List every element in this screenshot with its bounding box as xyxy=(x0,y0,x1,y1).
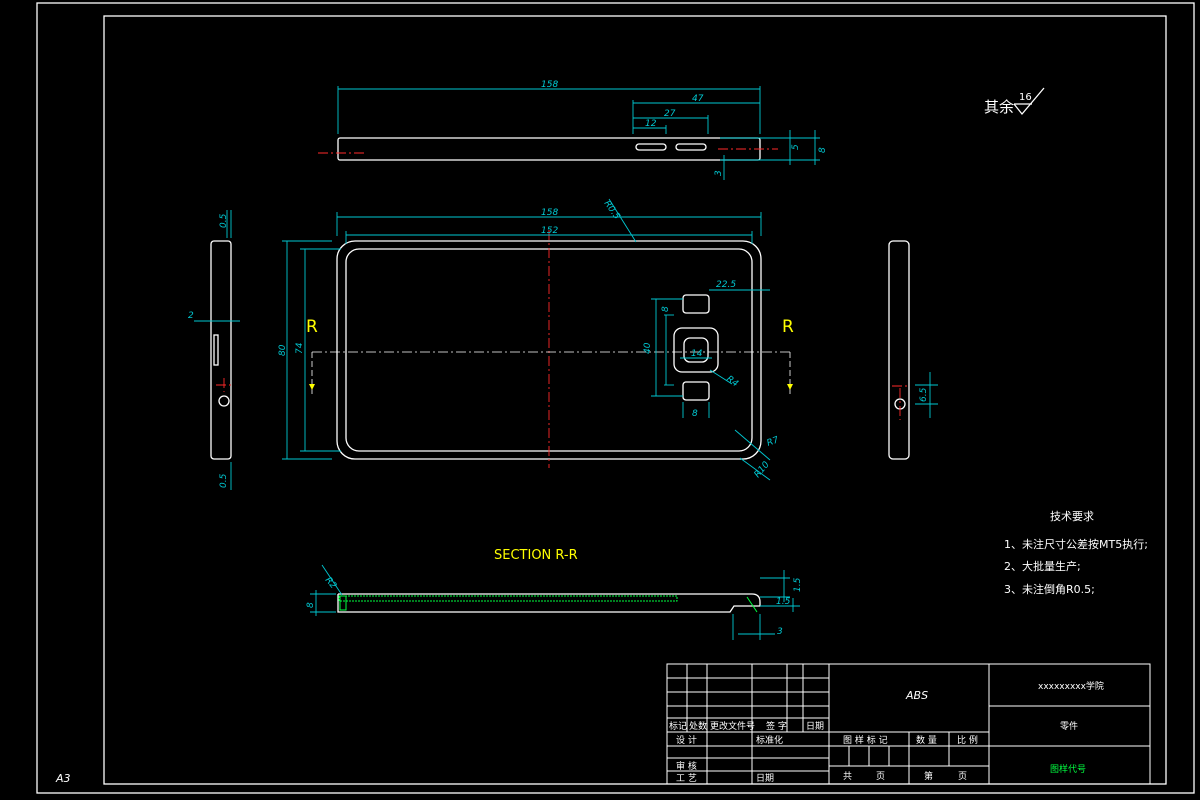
roughness-label: 其余 xyxy=(984,98,1014,116)
tb-sheets: 页 xyxy=(876,771,885,782)
dim-front-158: 158 xyxy=(541,208,558,218)
dim-top-47: 47 xyxy=(692,94,704,104)
dim-front-8a: 8 xyxy=(661,306,671,312)
dim-section-r2: R2 xyxy=(323,576,339,592)
tb-design: 设 计 xyxy=(676,734,697,746)
tech-req-item-1: 1、未注尺寸公差按MT5执行; xyxy=(1004,537,1148,551)
dim-left-2: 2 xyxy=(188,311,194,321)
part-name: 零件 xyxy=(1060,720,1078,732)
dim-right-6-5: 6.5 xyxy=(919,387,929,402)
tech-req-item-2: 2、大批量生产; xyxy=(1004,559,1081,573)
tb-pattern-mark: 图 样 标 记 xyxy=(843,734,888,746)
left-side-view: 0.5 2 0.5 xyxy=(188,210,240,490)
dim-front-80: 80 xyxy=(278,344,288,356)
dim-top-5: 5 xyxy=(791,144,801,150)
dim-top-27: 27 xyxy=(664,109,676,119)
dim-top-8: 8 xyxy=(818,147,828,153)
dim-top-3: 3 xyxy=(714,170,724,176)
tech-req-title: 技术要求 xyxy=(1050,510,1094,523)
tb-change-doc: 更改文件号 xyxy=(710,720,755,732)
roughness-symbol: 其余 16 xyxy=(984,87,1045,116)
inner-frame xyxy=(103,15,1167,785)
dim-front-152: 152 xyxy=(541,226,558,236)
dim-front-r10: R10 xyxy=(753,460,772,480)
dim-front-r4: R4 xyxy=(724,374,740,389)
section-mark-right: R xyxy=(782,317,794,337)
dim-front-r0-5: R0.5 xyxy=(602,199,622,222)
tb-date2: 日期 xyxy=(756,773,774,784)
dim-section-1-5a: 1.5 xyxy=(793,577,803,592)
tb-sheet-no: 第 xyxy=(924,770,933,782)
tech-req-item-3: 3、未注倒角R0.5; xyxy=(1004,582,1095,596)
drawing-code: 图样代号 xyxy=(1050,763,1086,775)
tb-craft: 工 艺 xyxy=(676,773,697,784)
dim-front-22-5: 22.5 xyxy=(716,280,736,290)
tb-total: 共 xyxy=(843,771,852,782)
tb-review: 审 核 xyxy=(676,760,697,772)
section-view: SECTION R-R R2 8 1.5 1.5 3 xyxy=(306,548,803,640)
title-block: ABS xxxxxxxxx学院 零件 图样代号 标记 处数 更改文件号 签 字 … xyxy=(666,663,1151,785)
front-view: R R 158 152 R0.5 80 74 22.5 8 40 14 R4 8… xyxy=(278,198,794,481)
tb-signature: 签 字 xyxy=(766,720,787,732)
roughness-value: 16 xyxy=(1019,92,1032,103)
right-side-view: 6.5 xyxy=(888,240,938,460)
dim-left-0-5-bot: 0.5 xyxy=(219,473,229,488)
dim-front-8b: 8 xyxy=(692,409,698,419)
dim-front-74: 74 xyxy=(295,342,305,354)
material-value: ABS xyxy=(905,689,928,702)
dim-front-40: 40 xyxy=(643,342,653,354)
dim-front-r7: R7 xyxy=(766,435,781,449)
tb-mark: 标记 xyxy=(669,720,687,732)
dim-section-3: 3 xyxy=(777,627,783,637)
tb-quantity: 数 量 xyxy=(916,734,937,746)
tech-requirements: 技术要求 1、未注尺寸公差按MT5执行; 2、大批量生产; 3、未注倒角R0.5… xyxy=(1004,510,1148,596)
cad-drawing-sheet: 158 47 27 12 5 8 3 其余 16 R R 158 152 R0.… xyxy=(36,2,1195,794)
section-title: SECTION R-R xyxy=(494,548,578,563)
tb-standardize: 标准化 xyxy=(756,734,783,746)
tb-count: 处数 xyxy=(689,720,707,732)
dim-top-158: 158 xyxy=(541,80,558,90)
section-mark-left: R xyxy=(306,317,318,337)
dim-section-1-5b: 1.5 xyxy=(776,597,791,607)
school-name: xxxxxxxxx学院 xyxy=(1038,680,1104,692)
tb-sheets2: 页 xyxy=(958,771,967,782)
dim-front-14: 14 xyxy=(691,349,703,359)
tb-date: 日期 xyxy=(806,721,824,732)
top-view: 158 47 27 12 5 8 3 xyxy=(318,80,828,180)
dim-top-12: 12 xyxy=(645,119,657,129)
dim-section-8: 8 xyxy=(306,602,316,608)
dim-left-0-5-top: 0.5 xyxy=(219,213,229,228)
tb-scale: 比 例 xyxy=(957,734,978,746)
sheet-size-label: A3 xyxy=(55,772,71,785)
